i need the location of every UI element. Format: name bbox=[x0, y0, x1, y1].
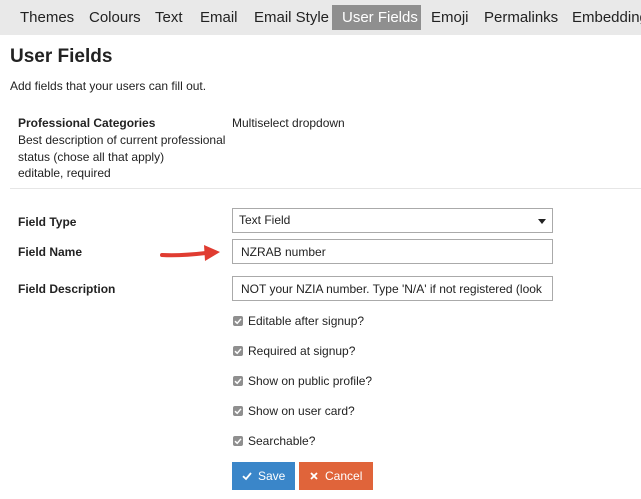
field-type-select[interactable]: Text Field bbox=[232, 208, 553, 233]
admin-tab-bar: Themes Colours Text Email Email Style Us… bbox=[0, 0, 641, 35]
checkbox-checked-icon[interactable] bbox=[233, 346, 243, 356]
tab-email[interactable]: Email bbox=[190, 5, 248, 30]
existing-field-flags: editable, required bbox=[18, 166, 111, 180]
cancel-button-label: Cancel bbox=[325, 469, 363, 483]
save-button-label: Save bbox=[258, 469, 286, 483]
page-title: User Fields bbox=[10, 46, 113, 67]
field-type-label: Field Type bbox=[18, 215, 77, 229]
tab-embedding[interactable]: Embedding bbox=[562, 5, 641, 30]
checkbox-label: Editable after signup? bbox=[248, 314, 365, 328]
field-description-input[interactable] bbox=[232, 276, 553, 301]
tab-permalinks[interactable]: Permalinks bbox=[474, 5, 568, 30]
checkbox-label: Searchable? bbox=[248, 434, 316, 448]
field-name-label: Field Name bbox=[18, 245, 83, 259]
caret-down-icon bbox=[538, 219, 546, 224]
tab-emoji[interactable]: Emoji bbox=[421, 5, 479, 30]
checkbox-label: Show on user card? bbox=[248, 404, 355, 418]
existing-field-type: Multiselect dropdown bbox=[232, 116, 345, 130]
checkbox-checked-icon[interactable] bbox=[233, 316, 243, 326]
check-icon bbox=[242, 472, 252, 481]
cancel-button[interactable]: Cancel bbox=[299, 462, 373, 490]
existing-field-name: Professional Categories bbox=[18, 116, 156, 130]
tab-user-fields[interactable]: User Fields bbox=[332, 5, 421, 30]
checkbox-checked-icon[interactable] bbox=[233, 376, 243, 386]
field-name-input[interactable] bbox=[232, 239, 553, 264]
checkbox-checked-icon[interactable] bbox=[233, 436, 243, 446]
save-button[interactable]: Save bbox=[232, 462, 295, 490]
tab-email-style[interactable]: Email Style bbox=[244, 5, 339, 30]
section-divider bbox=[10, 188, 641, 189]
tab-text[interactable]: Text bbox=[145, 5, 193, 30]
field-type-value: Text Field bbox=[239, 213, 291, 227]
tab-colours[interactable]: Colours bbox=[79, 5, 151, 30]
red-arrow-icon bbox=[160, 245, 220, 261]
checkbox-checked-icon[interactable] bbox=[233, 406, 243, 416]
checkbox-label: Show on public profile? bbox=[248, 374, 373, 388]
existing-field-description: Best description of current professional… bbox=[18, 133, 226, 164]
tab-themes[interactable]: Themes bbox=[10, 5, 84, 30]
times-icon bbox=[310, 472, 318, 480]
page-subtitle: Add fields that your users can fill out. bbox=[10, 79, 207, 93]
checkbox-label: Required at signup? bbox=[248, 344, 356, 358]
field-description-label: Field Description bbox=[18, 282, 116, 296]
